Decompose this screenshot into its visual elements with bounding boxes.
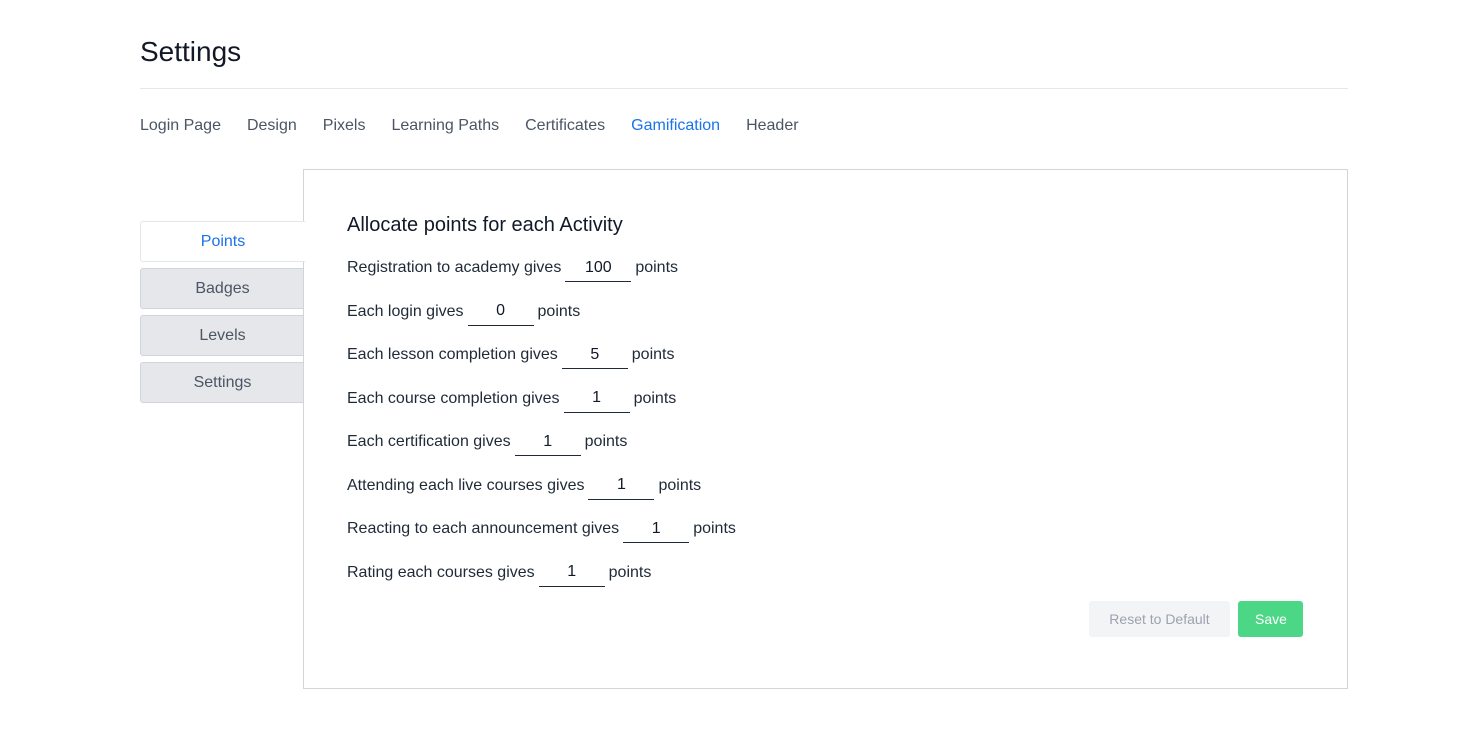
row-unit: points: [635, 259, 679, 276]
rating-points-input[interactable]: [538, 558, 605, 587]
row-label: Registration to academy gives: [347, 259, 562, 276]
lesson-completion-points-input[interactable]: [561, 341, 628, 369]
tab-learning-paths[interactable]: Learning Paths: [391, 114, 499, 138]
row-label: Each certification gives: [347, 433, 511, 450]
tab-login-page[interactable]: Login Page: [140, 114, 221, 138]
certification-points-input[interactable]: [514, 428, 581, 456]
row-label: Each lesson completion gives: [347, 346, 558, 363]
points-row-live-courses: Attending each live courses gives points: [347, 471, 736, 500]
row-unit: points: [693, 520, 736, 537]
tab-gamification[interactable]: Gamification: [631, 114, 720, 138]
points-row-announcement: Reacting to each announcement gives poin…: [347, 515, 736, 543]
course-completion-points-input[interactable]: [563, 384, 630, 413]
settings-page: Settings Login Page Design Pixels Learni…: [0, 0, 1480, 752]
points-row-rating: Rating each courses gives points: [347, 558, 736, 587]
row-unit: points: [584, 433, 628, 450]
points-row-course-completion: Each course completion gives points: [347, 384, 736, 413]
top-tabs: Login Page Design Pixels Learning Paths …: [140, 114, 799, 138]
tab-header[interactable]: Header: [746, 114, 798, 138]
panel-actions: Reset to Default Save: [1089, 601, 1303, 637]
row-label: Each course completion gives: [347, 389, 560, 407]
live-courses-points-input[interactable]: [588, 471, 655, 500]
row-unit: points: [537, 302, 581, 320]
title-divider: [140, 88, 1348, 89]
registration-points-input[interactable]: [565, 254, 632, 282]
tab-certificates[interactable]: Certificates: [525, 114, 605, 138]
points-rows: Registration to academy gives points Eac…: [347, 254, 736, 602]
row-unit: points: [631, 346, 675, 363]
side-tab-badges[interactable]: Badges: [140, 268, 304, 309]
row-label: Attending each live courses gives: [347, 476, 585, 494]
page-title: Settings: [140, 36, 242, 67]
side-tab-settings[interactable]: Settings: [140, 362, 304, 403]
row-label: Reacting to each announcement gives: [347, 520, 620, 537]
row-unit: points: [658, 476, 702, 494]
tab-design[interactable]: Design: [247, 114, 297, 138]
side-tab-levels[interactable]: Levels: [140, 315, 304, 356]
points-row-login: Each login gives points: [347, 297, 736, 326]
panel-title: Allocate points for each Activity: [347, 214, 623, 236]
tab-pixels[interactable]: Pixels: [323, 114, 366, 138]
row-unit: points: [633, 389, 677, 407]
side-tabs: Points Badges Levels Settings: [140, 221, 305, 409]
side-tab-points[interactable]: Points: [140, 221, 305, 262]
announcement-points-input[interactable]: [623, 515, 690, 543]
reset-to-default-button[interactable]: Reset to Default: [1089, 601, 1230, 637]
points-row-registration: Registration to academy gives points: [347, 254, 736, 282]
points-panel: Allocate points for each Activity Regist…: [303, 169, 1348, 689]
row-label: Rating each courses gives: [347, 563, 535, 581]
points-row-lesson-completion: Each lesson completion gives points: [347, 341, 736, 369]
row-unit: points: [608, 563, 652, 581]
row-label: Each login gives: [347, 302, 464, 320]
login-points-input[interactable]: [467, 297, 534, 326]
points-row-certification: Each certification gives points: [347, 428, 736, 456]
save-button[interactable]: Save: [1238, 601, 1303, 637]
